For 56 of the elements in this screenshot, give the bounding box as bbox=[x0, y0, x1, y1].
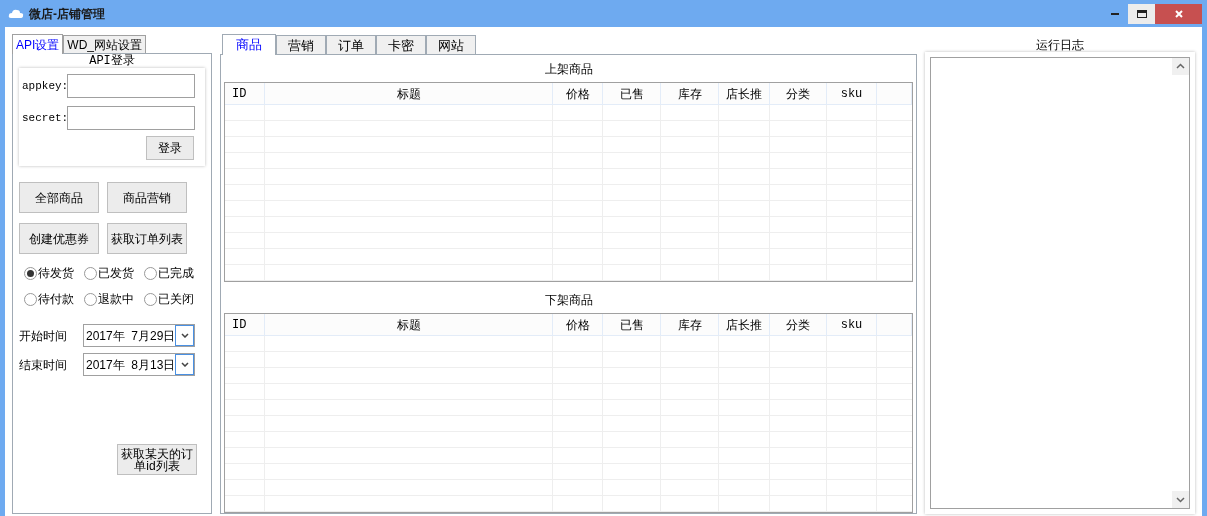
tab[interactable]: 卡密 bbox=[376, 35, 426, 54]
close-button[interactable] bbox=[1155, 3, 1202, 24]
tab[interactable]: API设置 bbox=[12, 34, 64, 54]
column-header[interactable]: 分类 bbox=[770, 83, 827, 104]
field-label: 结束时间 bbox=[19, 356, 68, 374]
column-header[interactable]: 价格 bbox=[553, 314, 603, 335]
column-header[interactable]: 店长推 bbox=[719, 83, 770, 104]
column-header[interactable]: 标题 bbox=[265, 314, 553, 335]
action-button[interactable]: 创建优惠券 bbox=[19, 223, 99, 254]
maximize-button[interactable] bbox=[1128, 3, 1155, 24]
radio-button[interactable]: 已发货 bbox=[84, 264, 144, 282]
tab[interactable]: 商品 bbox=[222, 34, 276, 55]
input-field[interactable] bbox=[67, 106, 195, 130]
action-button[interactable]: 全部商品 bbox=[19, 182, 99, 213]
date-picker[interactable]: 2017年 7月29日 bbox=[83, 324, 195, 347]
scroll-up-icon[interactable] bbox=[1172, 58, 1189, 75]
radio-button[interactable]: 已关闭 bbox=[144, 290, 204, 308]
radio-button[interactable]: 待发货 bbox=[24, 264, 84, 282]
column-header[interactable]: ID bbox=[225, 314, 265, 335]
chevron-down-icon bbox=[180, 333, 189, 338]
group-title: 运行日志 bbox=[1036, 38, 1084, 52]
column-header[interactable]: 已售 bbox=[603, 314, 661, 335]
table-title: 上架商品 bbox=[544, 61, 593, 77]
field-label: secret: bbox=[22, 110, 67, 126]
tab[interactable]: WD_网站设置 bbox=[63, 35, 146, 53]
action-button[interactable]: 商品营销 bbox=[107, 182, 187, 213]
column-header[interactable]: 分类 bbox=[770, 314, 827, 335]
tab[interactable]: 订单 bbox=[326, 35, 376, 54]
column-header[interactable]: 店长推 bbox=[719, 314, 770, 335]
column-header[interactable]: 库存 bbox=[661, 83, 719, 104]
column-header[interactable]: 库存 bbox=[661, 314, 719, 335]
field-label: appkey: bbox=[22, 78, 67, 94]
column-header[interactable]: sku bbox=[827, 83, 877, 104]
login-button[interactable]: 登录 bbox=[146, 136, 194, 160]
column-header[interactable]: 价格 bbox=[553, 83, 603, 104]
radio-button[interactable]: 待付款 bbox=[24, 290, 84, 308]
close-icon bbox=[1174, 9, 1183, 18]
tab[interactable]: 营销 bbox=[276, 35, 326, 54]
group-title: API登录 bbox=[89, 54, 135, 68]
window-title: 微店-店铺管理 bbox=[29, 5, 105, 23]
chevron-down-icon bbox=[180, 362, 189, 367]
column-header[interactable]: ID bbox=[225, 83, 265, 104]
table-title: 下架商品 bbox=[544, 292, 593, 308]
radio-button[interactable]: 退款中 bbox=[84, 290, 144, 308]
fetch-orders-button[interactable]: 获取某天的订单id列表 bbox=[117, 444, 197, 475]
tab[interactable]: 网站 bbox=[426, 35, 476, 54]
column-header[interactable]: sku bbox=[827, 314, 877, 335]
column-header[interactable]: 已售 bbox=[603, 83, 661, 104]
column-header[interactable]: 标题 bbox=[265, 83, 553, 104]
input-field[interactable] bbox=[67, 74, 195, 98]
scroll-down-icon[interactable] bbox=[1172, 491, 1189, 508]
field-label: 开始时间 bbox=[19, 327, 68, 345]
radio-button[interactable]: 已完成 bbox=[144, 264, 204, 282]
action-button[interactable]: 获取订单列表 bbox=[107, 223, 187, 254]
date-picker[interactable]: 2017年 8月13日 bbox=[83, 353, 195, 376]
cloud-icon bbox=[8, 8, 24, 19]
